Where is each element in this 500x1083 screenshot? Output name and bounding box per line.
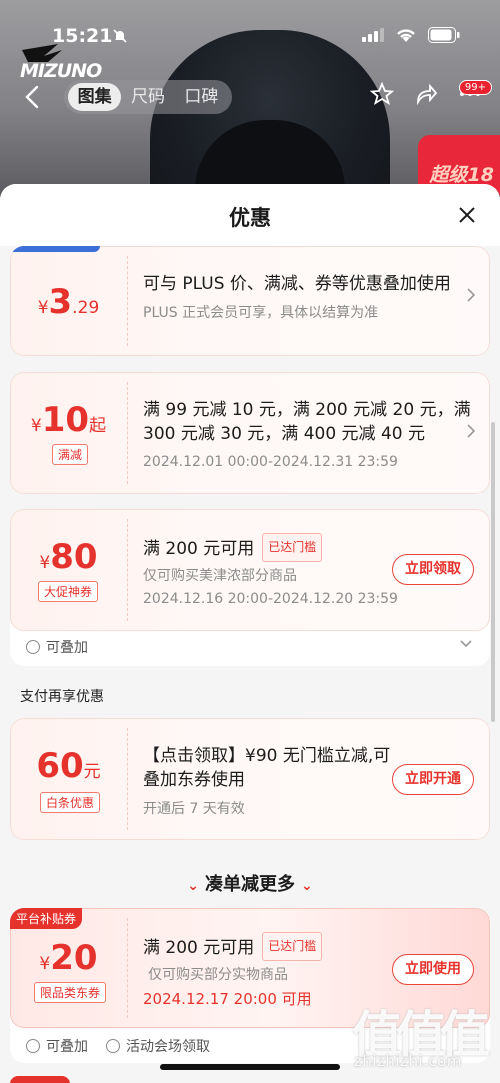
wifi-icon [397,28,415,42]
stackable-icon [26,1039,40,1053]
platform-subsidy-ribbon: 平台补贴券 [10,908,83,929]
coupon-list[interactable]: ¥3.29 可与 PLUS 价、满减、券等优惠叠加使用 PLUS 正式会员可享，… [0,246,500,1083]
tab-gallery[interactable]: 图集 [68,83,122,111]
status-icons [362,27,460,43]
coupon-card-plus[interactable]: ¥3.29 可与 PLUS 价、满减、券等优惠叠加使用 PLUS 正式会员可享，… [10,246,490,356]
threshold-reached-tag: 已达门槛 [262,533,323,562]
coupon-card-bigpromo[interactable]: ¥80 大促神券 满 200 元可用 已达门槛 仅可购买美津浓部分商品 2024.… [10,509,490,666]
stackable-icon [26,640,40,654]
discount-sheet: 优惠 ¥3.29 可与 PLUS 价、满减、券等优惠叠加使用 PLUS 正式会员… [0,184,500,1083]
tab-reviews[interactable]: 口碑 [175,83,228,111]
signal-icon [362,28,384,42]
coupon-subtitle: 仅可购买美津浓部分商品 [143,568,297,584]
scrollbar[interactable] [491,422,495,722]
card-divider [127,918,128,1018]
battery-icon [428,27,460,43]
coupon-footer: 可叠加 [10,637,490,657]
coupon-date: 2024.12.17 20:00 可用 [143,990,312,1008]
media-tab-switcher: 图集 尺码 口碑 [64,80,232,114]
threshold-reached-tag: 已达门槛 [262,932,323,961]
coupon-subtitle: 仅可购买部分实物商品 [148,967,288,983]
coupon-date: 2024.12.01 00:00-2024.12.31 23:59 [143,454,398,470]
coupon-title-line1: 【点击领取】¥90 无门槛立减,可 [143,746,391,766]
back-arrow-icon[interactable] [22,84,44,110]
plus-strip [10,246,100,252]
title-deco-left: ⌄ [187,878,199,894]
coupon-amount: 60元 [36,746,101,786]
next-card-ribbon [10,1076,70,1083]
brand-logo-text: MIZUNO [20,60,102,82]
coupon-amount: ¥10起 [30,400,107,440]
stackable-label: 可叠加 [46,1039,88,1055]
coupon-subtitle: PLUS 正式会员可享，具体以结算为准 [143,305,379,321]
more-section-title: ⌄ 凑单减更多 ⌄ [187,874,313,895]
coupon-title: 可与 PLUS 价、满减、券等优惠叠加使用 [143,274,451,294]
coupon-validity: 开通后 7 天有效 [143,801,245,817]
promo-banner-text: 超级18 [429,164,494,186]
chevron-down-icon[interactable] [460,640,472,648]
sheet-title: 优惠 [229,206,271,230]
coupon-card-fullreduction[interactable]: ¥10起 满减 满 99 元减 10 元，满 200 元减 20 元，满 300… [10,372,490,494]
title-deco-right: ⌄ [301,878,313,894]
coupon-title-line1: 满 99 元减 10 元，满 200 元减 20 元，满 [143,400,471,420]
venue-icon [106,1039,120,1053]
card-divider [127,256,128,346]
chevron-right-icon [467,288,476,302]
use-now-button[interactable]: 立即使用 [392,954,474,985]
coupon-card-baitiao[interactable]: 60元 白条优惠 【点击领取】¥90 无门槛立减,可 叠加东券使用 开通后 7 … [10,718,490,840]
coupon-type-tag: 白条优惠 [40,792,101,813]
coupon-type-tag: 限品类东券 [34,982,107,1003]
coupon-threshold: 满 200 元可用 已达门槛 [143,533,323,562]
message-count-badge: 99+ [458,80,492,95]
favorite-star-icon[interactable] [370,82,394,106]
share-icon[interactable] [414,82,438,106]
coupon-title-line2: 300 元减 30 元，满 400 元减 40 元 [143,424,425,444]
coupon-amount: ¥80 [39,537,98,577]
tab-size[interactable]: 尺码 [121,83,174,111]
close-icon[interactable] [458,206,476,224]
coupon-type-tag: 满减 [52,444,89,465]
coupon-amount: ¥3.29 [37,282,100,322]
coupon-threshold: 满 200 元可用 已达门槛 [143,932,323,961]
card-divider [127,728,128,830]
watermark-url: zhizhizhi.com [354,1052,462,1070]
coupon-amount: ¥20 [39,938,98,978]
home-indicator[interactable] [160,1064,340,1070]
card-divider [127,519,128,621]
venue-label: 活动会场领取 [126,1039,210,1055]
claim-now-button[interactable]: 立即领取 [392,554,474,585]
card-divider [127,382,128,484]
activate-now-button[interactable]: 立即开通 [392,764,474,795]
coupon-type-tag: 大促神券 [38,581,99,602]
stackable-label: 可叠加 [46,640,88,656]
sheet-header: 优惠 [0,184,500,246]
coupon-title-line2: 叠加东券使用 [143,770,245,790]
chevron-right-icon [467,424,476,438]
coupon-date: 2024.12.16 20:00-2024.12.20 23:59 [143,591,398,607]
pay-section-label: 支付再享优惠 [20,689,104,705]
